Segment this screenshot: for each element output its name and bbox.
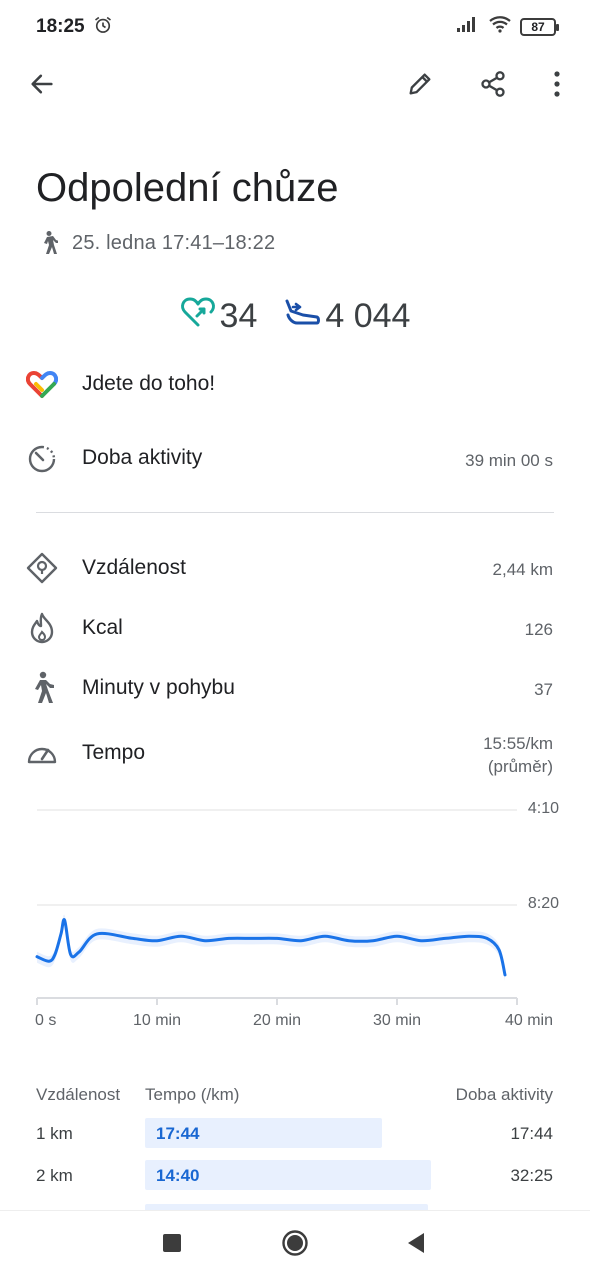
move-minutes-value: 37 (534, 680, 553, 699)
distance-value: 2,44 km (492, 560, 553, 579)
pace-line (35, 918, 507, 977)
x-tick-label: 0 s (35, 1012, 57, 1029)
x-tick-label: 30 min (372, 1012, 422, 1029)
status-icons: 87 (456, 14, 559, 39)
circle-icon (281, 1229, 309, 1262)
row-distance: 2 km (36, 1166, 73, 1185)
x-tick-label: 40 min (504, 1012, 554, 1029)
home-button[interactable] (273, 1223, 317, 1267)
signal-icon (456, 15, 480, 38)
activity-duration-label: Doba aktivity (82, 446, 203, 469)
heart-points-value: 34 (219, 297, 258, 335)
location-icon (24, 550, 60, 586)
alarm-icon (93, 15, 113, 40)
row-time: 17:44 (510, 1124, 553, 1143)
table-header-distance: Vzdálenost (36, 1085, 121, 1104)
distance-label: Vzdálenost (82, 556, 186, 579)
pace-value-line2: (průměr) (487, 757, 553, 776)
pace-chart (35, 809, 518, 1005)
steps: 4 044 (283, 297, 410, 336)
heart-points: 34 (180, 296, 258, 337)
table-header-pace: Tempo (/km) (145, 1085, 240, 1104)
walking-icon (38, 230, 59, 261)
pace-label: Tempo (82, 741, 146, 764)
move-minutes-label: Minuty v pohybu (82, 676, 235, 699)
arrow-left-icon (28, 70, 56, 103)
battery-icon: 87 (520, 17, 559, 36)
table-row: 1 km 17:44 17:44 (0, 1118, 590, 1150)
activity-duration-value: 39 min 00 s (465, 451, 553, 470)
table-header-time: Doba aktivity (455, 1085, 553, 1104)
flame-icon (24, 610, 60, 646)
row-pace: 17:44 (156, 1124, 200, 1143)
steps-value: 4 044 (325, 297, 411, 335)
walking-figure-icon (24, 670, 60, 706)
system-navbar (0, 1210, 590, 1280)
speedometer-icon (24, 735, 60, 771)
recents-button[interactable] (150, 1223, 194, 1267)
triangle-back-icon (406, 1232, 426, 1259)
table-row: 2 km 14:40 32:25 (0, 1160, 590, 1192)
system-back-button[interactable] (394, 1223, 438, 1267)
y-tick-label: 8:20 (527, 895, 559, 912)
divider (36, 512, 554, 513)
split-table: 1 km 17:44 17:44 2 km 14:40 32:25 (0, 1118, 590, 1210)
kcal-label: Kcal (82, 616, 123, 639)
square-icon (163, 1233, 181, 1257)
row-pace: 14:40 (156, 1166, 200, 1185)
steps-icon (283, 297, 321, 336)
more-button[interactable] (535, 64, 579, 108)
kcal-value: 126 (524, 620, 553, 639)
activity-time-range: 25. ledna 17:41–18:22 (72, 232, 276, 254)
share-icon (479, 70, 507, 103)
pace-value: 15:55/km (průměr) (483, 732, 553, 778)
edit-button[interactable] (398, 64, 442, 108)
pace-range-band (37, 914, 505, 981)
x-tick-label: 20 min (252, 1012, 302, 1029)
timer-icon (24, 441, 60, 477)
y-tick-label: 4:10 (527, 800, 559, 817)
back-button[interactable] (20, 64, 64, 108)
wifi-icon (488, 14, 512, 39)
x-tick-label: 10 min (132, 1012, 182, 1029)
activity-title: Odpolední chůze (36, 166, 339, 210)
pencil-icon (406, 70, 434, 103)
share-button[interactable] (471, 64, 515, 108)
motivation-text: Jdete do toho! (82, 372, 216, 395)
metrics-summary: 34 4 044 (0, 296, 590, 337)
row-time: 32:25 (510, 1166, 553, 1185)
heart-points-icon (180, 296, 216, 337)
status-time: 18:25 (36, 16, 85, 37)
google-fit-logo-icon (24, 367, 60, 403)
pace-value-line1: 15:55/km (483, 734, 553, 753)
row-distance: 1 km (36, 1124, 73, 1143)
more-vert-icon (553, 70, 561, 102)
